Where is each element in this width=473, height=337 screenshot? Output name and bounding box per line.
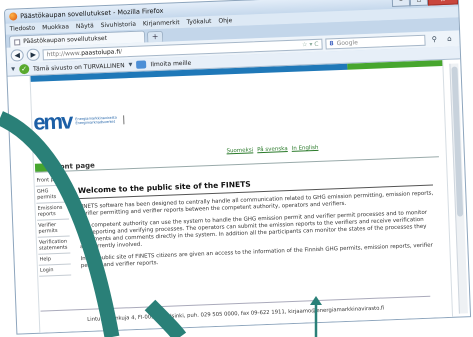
forward-arrow-icon[interactable]: ▶ (26, 48, 40, 62)
section-title: Front page (51, 160, 95, 171)
back-arrow-icon[interactable]: ◀ (10, 49, 24, 62)
url-prefix: http://www. (46, 49, 82, 58)
sidebar-item-ghg-permits[interactable]: GHG permits (35, 185, 69, 204)
logo-mark: emv (32, 108, 72, 135)
search-icon[interactable]: ⚲ (428, 34, 440, 45)
firefox-icon (9, 12, 18, 21)
page-favicon-icon (14, 38, 21, 45)
safe-check-icon: ✓ (18, 63, 30, 75)
vertical-scrollbar[interactable] (449, 63, 468, 314)
addon-menu-chevron-icon[interactable]: ▼ (129, 62, 133, 68)
lang-finnish-link[interactable]: Suomeksi (226, 147, 253, 154)
sidebar-item-login[interactable]: Login (38, 264, 72, 277)
sidebar-nav: Front page GHG permits Emissions reports… (35, 174, 72, 277)
close-button[interactable]: x (427, 0, 459, 6)
addon-safe-text: Tämä sivusto on TURVALLINEN (32, 61, 125, 73)
search-input[interactable]: 8 Google (325, 34, 426, 50)
page-viewport: emv Energiamarkkinavirasto Energimarknad… (7, 59, 471, 335)
new-tab-button[interactable]: + (146, 30, 164, 43)
lang-english-link[interactable]: In English (292, 145, 319, 152)
minimize-button[interactable]: – (391, 0, 411, 7)
menu-help[interactable]: Ohje (218, 17, 232, 25)
search-engine-icon[interactable]: 8 (329, 40, 333, 47)
url-host: paastolupa.fi (80, 47, 121, 57)
tab-title: Päästökaupan sovellutukset (23, 34, 108, 46)
scrollbar-thumb[interactable] (451, 66, 464, 217)
home-icon[interactable]: ⌂ (443, 33, 455, 44)
lang-swedish-link[interactable]: På svenska (257, 146, 288, 153)
menu-view[interactable]: Näytä (76, 22, 94, 30)
menu-edit[interactable]: Muokkaa (42, 23, 69, 31)
menu-bookmarks[interactable]: Kirjanmerkit (143, 19, 180, 27)
maximize-button[interactable]: ▫ (409, 0, 429, 7)
menu-tools[interactable]: Työkalut (186, 18, 211, 26)
report-link[interactable]: Ilmoita meille (150, 59, 191, 68)
menu-history[interactable]: Sivuhistoria (101, 21, 137, 29)
report-icon (136, 60, 147, 69)
url-tools-icons[interactable]: ☆ ▾ C (302, 40, 319, 48)
sidebar-item-verifier-permits[interactable]: Verifier permits (37, 219, 70, 238)
section-marker (34, 162, 50, 172)
url-suffix: / (119, 47, 123, 55)
search-placeholder: Google (336, 38, 358, 47)
logo-text: Energiamarkkinavirasto Energimarknadsver… (75, 115, 117, 126)
emv-logo[interactable]: emv Energiamarkkinavirasto Energimarknad… (33, 106, 125, 135)
menu-file[interactable]: Tiedosto (10, 25, 36, 33)
logo-line-sv: Energimarknadsverket (75, 119, 116, 126)
sidebar-item-emissions-reports[interactable]: Emissions reports (36, 202, 70, 221)
sidebar-item-verification-statements[interactable]: Verification statements (37, 236, 71, 255)
browser-window: Päästökaupan sovellutukset - Mozilla Fir… (3, 0, 472, 335)
main-content: Welcome to the public site of the FINETS… (77, 172, 436, 276)
addon-dropdown-icon[interactable]: ▼ (11, 66, 15, 72)
